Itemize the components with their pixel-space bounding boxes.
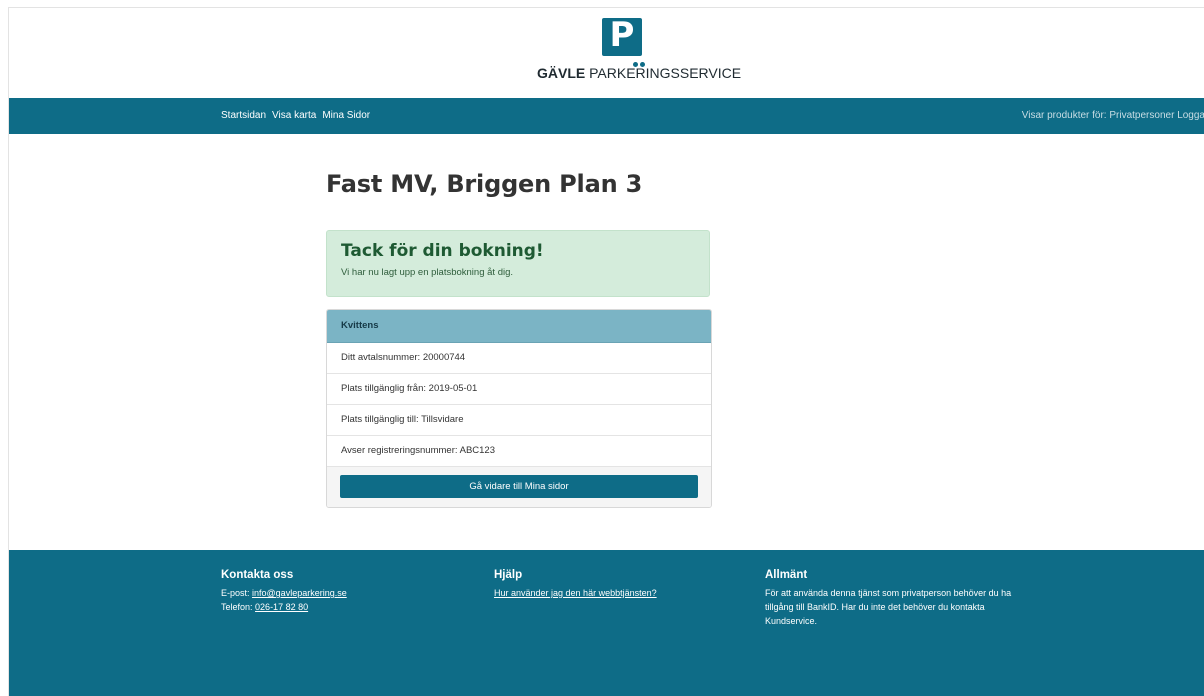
- logo-letter: P: [609, 15, 635, 55]
- help-link[interactable]: Hur använder jag den här webbtjänsten?: [494, 588, 657, 598]
- receipt-row-agreement-number: Ditt avtalsnummer: 20000744: [327, 343, 711, 374]
- footer-help: Hjälp Hur använder jag den här webbtjäns…: [494, 568, 657, 600]
- logo-wordmark: GÄVLE PARKERINGSSERVICE: [537, 65, 741, 81]
- main-nav: Startsidan Visa karta Mina Sidor Visar p…: [9, 98, 1204, 134]
- alert-title: Tack för din bokning!: [341, 241, 544, 261]
- footer-general-text: För att använda denna tjänst som privatp…: [765, 588, 1012, 626]
- email-link[interactable]: info@gavleparkering.se: [252, 588, 347, 598]
- logo-brand-bold: GÄVLE: [537, 65, 586, 81]
- footer-email-line: E-post: info@gavleparkering.se: [221, 586, 347, 600]
- main-content: Fast MV, Briggen Plan 3 Tack för din bok…: [326, 134, 716, 508]
- receipt-row-available-from: Plats tillgänglig från: 2019-05-01: [327, 374, 711, 405]
- browser-viewport: P GÄVLE PARKERINGSSERVICE Startsidan Vis…: [8, 7, 1204, 696]
- footer-contact: Kontakta oss E-post: info@gavleparkering…: [221, 568, 347, 614]
- nav-item-mina-sidor[interactable]: Mina Sidor: [322, 110, 370, 121]
- footer-help-heading: Hjälp: [494, 569, 523, 581]
- footer-phone-line: Telefon: 026-17 82 80: [221, 600, 347, 614]
- footer-contact-heading: Kontakta oss: [221, 569, 294, 581]
- site-logo[interactable]: P GÄVLE PARKERINGSSERVICE: [537, 15, 741, 88]
- success-alert: Tack för din bokning! Vi har nu lagt upp…: [326, 230, 710, 297]
- email-label: E-post:: [221, 588, 250, 598]
- nav-links: Startsidan Visa karta Mina Sidor: [221, 110, 370, 121]
- login-link[interactable]: Logga: [1177, 110, 1204, 121]
- site-header: P GÄVLE PARKERINGSSERVICE: [9, 8, 1204, 98]
- receipt-row-registration-number: Avser registreringsnummer: ABC123: [327, 436, 711, 467]
- site-footer: Kontakta oss E-post: info@gavleparkering…: [9, 550, 1204, 696]
- footer-general: Allmänt För att använda denna tjänst som…: [765, 568, 1035, 628]
- receipt-heading: Kvittens: [327, 310, 711, 343]
- logo-brand-rest: PARKERINGSSERVICE: [589, 65, 742, 81]
- nav-right: Visar produkter för: Privatpersoner Logg…: [1022, 110, 1204, 121]
- parking-logo-icon: P: [602, 15, 645, 67]
- receipt-panel: Kvittens Ditt avtalsnummer: 20000744 Pla…: [326, 309, 712, 508]
- receipt-footer: Gå vidare till Mina sidor: [327, 467, 711, 507]
- receipt-row-available-to: Plats tillgänglig till: Tillsvidare: [327, 405, 711, 436]
- product-audience-text[interactable]: Visar produkter för: Privatpersoner: [1022, 110, 1175, 121]
- continue-to-mina-sidor-button[interactable]: Gå vidare till Mina sidor: [340, 475, 698, 498]
- phone-label: Telefon:: [221, 602, 253, 612]
- nav-item-visa-karta[interactable]: Visa karta: [272, 110, 316, 121]
- nav-item-startsidan[interactable]: Startsidan: [221, 110, 266, 121]
- phone-link[interactable]: 026-17 82 80: [255, 602, 308, 612]
- alert-text: Vi har nu lagt upp en platsbokning åt di…: [341, 267, 514, 278]
- page-title: Fast MV, Briggen Plan 3: [326, 170, 643, 198]
- footer-general-heading: Allmänt: [765, 569, 808, 581]
